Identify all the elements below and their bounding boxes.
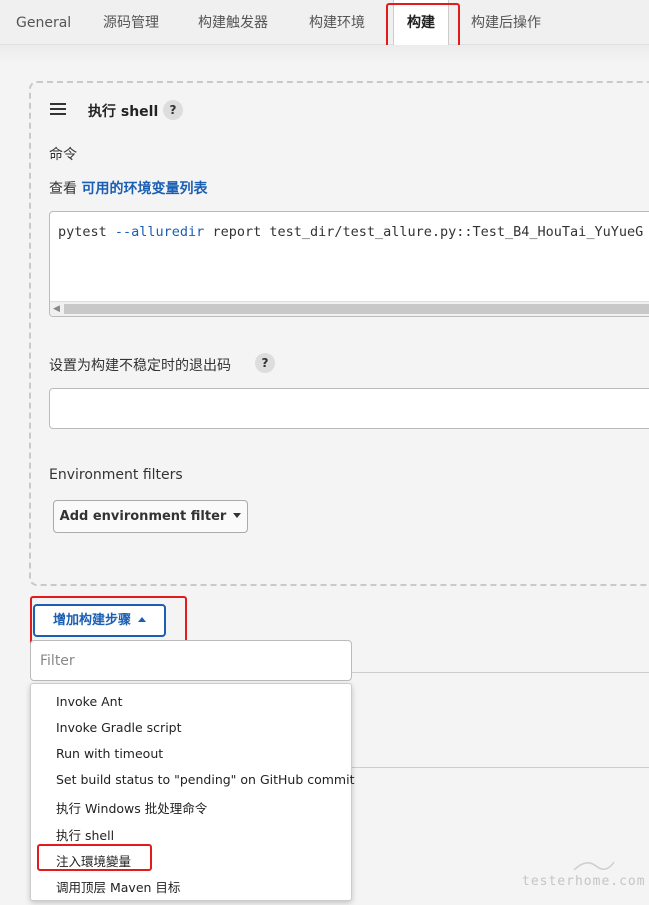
tab-build-triggers[interactable]: 构建触发器 bbox=[198, 0, 268, 44]
tab-build[interactable]: 构建 bbox=[393, 0, 449, 45]
add-environment-filter-button[interactable]: Add environment filter bbox=[53, 500, 248, 533]
env-vars-hint: 查看 可用的环境变量列表 bbox=[49, 178, 207, 198]
scrollbar-thumb[interactable] bbox=[64, 304, 649, 314]
menu-item-run-with-timeout[interactable]: Run with timeout bbox=[56, 746, 163, 761]
command-textarea[interactable]: pytest --alluredir report test_dir/test_… bbox=[49, 211, 649, 317]
horizontal-scrollbar[interactable]: ◀ bbox=[50, 301, 649, 316]
env-vars-link[interactable]: 可用的环境变量列表 bbox=[81, 181, 207, 197]
tab-build-environment[interactable]: 构建环境 bbox=[309, 0, 365, 44]
chevron-down-icon bbox=[233, 513, 242, 518]
divider bbox=[352, 767, 649, 768]
watermark: testerhome.com bbox=[522, 874, 646, 889]
menu-item-windows-batch[interactable]: 执行 Windows 批处理命令 bbox=[56, 798, 207, 817]
build-step-menu: Invoke Ant Invoke Gradle script Run with… bbox=[30, 683, 354, 901]
menu-item-invoke-ant[interactable]: Invoke Ant bbox=[56, 694, 123, 709]
watermark-swoosh-icon bbox=[573, 861, 615, 871]
filter-field[interactable] bbox=[30, 640, 352, 681]
add-environment-filter-label: Add environment filter bbox=[59, 509, 227, 524]
filter-input[interactable] bbox=[31, 641, 351, 680]
exit-code-input[interactable] bbox=[49, 388, 649, 429]
menu-item-inject-env-vars[interactable]: 注入環境變量 bbox=[56, 851, 131, 870]
tab-source-code-management[interactable]: 源码管理 bbox=[103, 0, 159, 44]
chevron-up-icon bbox=[138, 617, 146, 622]
menu-item-execute-shell[interactable]: 执行 shell bbox=[56, 825, 114, 844]
add-build-step-label: 增加构建步骤 bbox=[52, 613, 131, 628]
tab-general[interactable]: General bbox=[16, 0, 71, 44]
config-tab-bar: General 源码管理 构建触发器 构建环境 构建 构建后操作 bbox=[0, 0, 649, 45]
scroll-left-icon[interactable]: ◀ bbox=[53, 302, 60, 316]
command-label: 命令 bbox=[49, 147, 77, 163]
menu-item-maven-targets[interactable]: 调用顶层 Maven 目标 bbox=[56, 877, 180, 896]
step-title: 执行 shell bbox=[88, 104, 159, 120]
command-text: pytest --alluredir report test_dir/test_… bbox=[58, 224, 644, 240]
tab-post-build-actions[interactable]: 构建后操作 bbox=[471, 0, 541, 44]
divider bbox=[352, 672, 649, 673]
help-icon[interactable]: ? bbox=[163, 100, 183, 120]
drag-handle-icon[interactable] bbox=[50, 103, 66, 115]
add-build-step-button[interactable]: 增加构建步骤 bbox=[33, 604, 166, 637]
help-icon[interactable]: ? bbox=[255, 353, 275, 373]
menu-item-invoke-gradle[interactable]: Invoke Gradle script bbox=[56, 720, 182, 735]
view-prefix: 查看 bbox=[49, 181, 77, 197]
exit-code-label: 设置为构建不稳定时的退出码 bbox=[49, 358, 231, 374]
env-filters-label: Environment filters bbox=[49, 467, 183, 483]
menu-item-github-pending[interactable]: Set build status to "pending" on GitHub … bbox=[56, 772, 354, 787]
section-separator bbox=[0, 45, 649, 65]
